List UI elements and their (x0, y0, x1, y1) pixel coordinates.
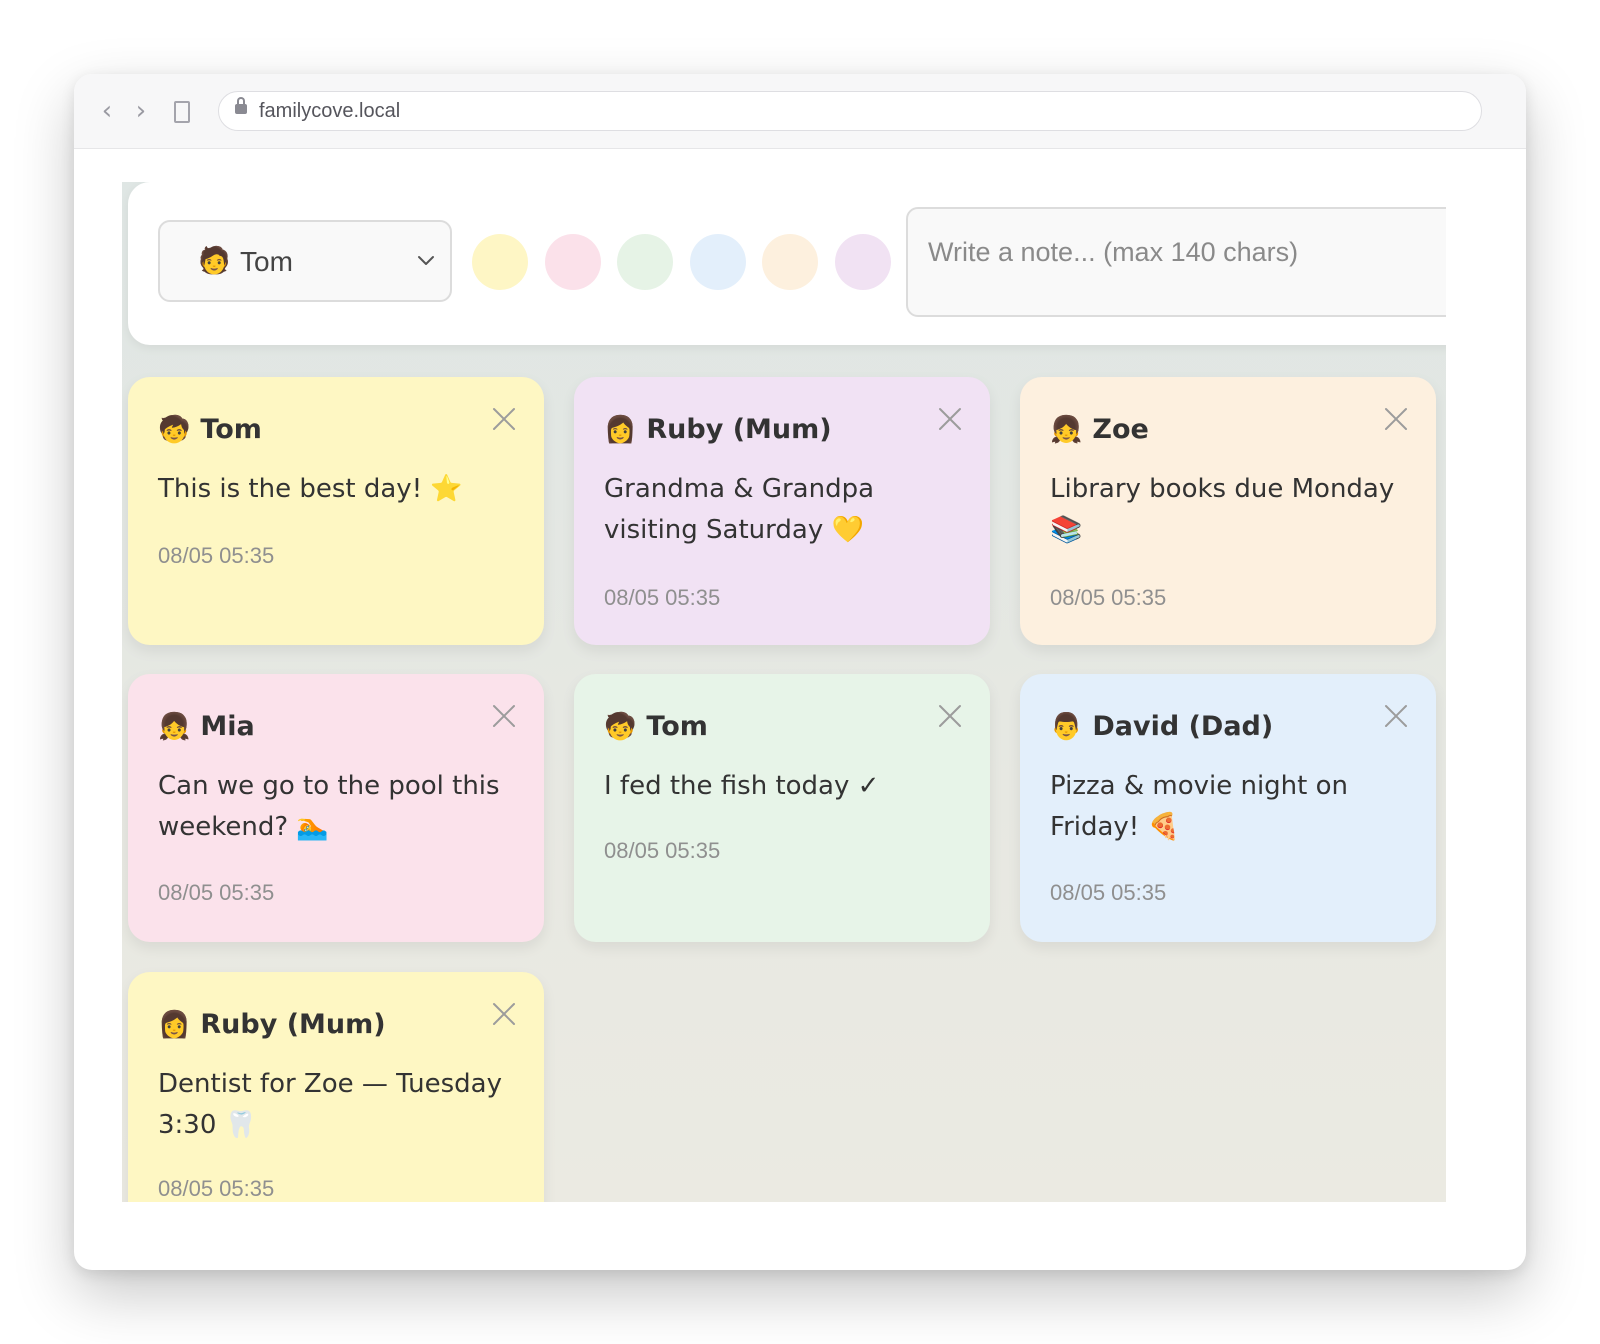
tab-overview-icon[interactable] (174, 101, 190, 123)
address-bar[interactable]: familycove.local (218, 91, 1482, 131)
chevron-down-icon (418, 256, 434, 265)
note-author: 👧 Mia (158, 711, 255, 743)
browser-window: ‹ › familycove.local 🧑 Tom 🧒 Tom This is t… (74, 74, 1526, 1270)
note-author-name: Tom (646, 711, 708, 742)
note-composer: 🧑 Tom (128, 182, 1446, 345)
author-avatar-icon: 👧 (158, 712, 191, 742)
author-avatar-icon: 👩 (604, 415, 637, 445)
note-author-name: Ruby (Mum) (200, 1009, 386, 1040)
close-icon[interactable] (938, 407, 962, 431)
author-avatar-icon: 🧒 (158, 415, 191, 445)
note-timestamp: 08/05 05:35 (158, 543, 275, 568)
color-swatch[interactable] (617, 234, 673, 290)
note-text: Dentist for Zoe — Tuesday 3:30 🦷 (158, 1069, 502, 1140)
note-card: 👨 David (Dad) Pizza & movie night on Frida… (1020, 674, 1436, 942)
note-timestamp: 08/05 05:35 (604, 585, 721, 610)
note-text: Grandma & Grandpa visiting Saturday 💛 (604, 474, 875, 545)
note-card: 👧 Mia Can we go to the pool this weekend? … (128, 674, 544, 942)
note-author: 👧 Zoe (1050, 414, 1149, 446)
back-button[interactable]: ‹ (96, 96, 118, 126)
note-timestamp: 08/05 05:35 (1050, 585, 1167, 610)
browser-toolbar: ‹ › familycove.local (74, 74, 1526, 149)
note-author-name: Mia (200, 711, 255, 742)
author-select-value: Tom (240, 246, 293, 277)
close-icon[interactable] (492, 1002, 516, 1026)
author-avatar-icon: 👧 (1050, 415, 1083, 445)
author-select[interactable]: 🧑 Tom (158, 220, 452, 302)
note-card: 🧒 Tom I fed the fish today ✓ 08/05 05:35 (574, 674, 990, 942)
note-author-name: Ruby (Mum) (646, 414, 832, 445)
note-card: 👩 Ruby (Mum) Grandma & Grandpa visiting Sa… (574, 377, 990, 645)
color-swatch[interactable] (834, 234, 891, 290)
close-icon[interactable] (492, 704, 516, 728)
note-card: 👧 Zoe Library books due Monday 📚 08/05 05:3… (1020, 377, 1436, 645)
color-swatch[interactable] (472, 234, 528, 290)
lock-icon (235, 97, 247, 114)
note-author: 🧒 Tom (604, 711, 708, 743)
note-timestamp: 08/05 05:35 (158, 880, 275, 905)
note-input[interactable] (906, 207, 1446, 317)
note-card: 👩 Ruby (Mum) Dentist for Zoe — Tuesday 3:3… (128, 972, 544, 1202)
close-icon[interactable] (1384, 704, 1408, 728)
note-text: This is the best day! ⭐ (158, 474, 463, 504)
note-text: Library books due Monday 📚 (1050, 474, 1395, 545)
note-card: 🧒 Tom This is the best day! ⭐ 08/05 05:35 (128, 377, 544, 645)
note-author: 👨 David (Dad) (1050, 711, 1273, 743)
url-text: familycove.local (259, 100, 401, 122)
note-timestamp: 08/05 05:35 (158, 1176, 275, 1201)
note-author: 🧒 Tom (158, 414, 262, 446)
close-icon[interactable] (492, 407, 516, 431)
close-icon[interactable] (938, 704, 962, 728)
note-author-name: Zoe (1092, 414, 1149, 445)
note-timestamp: 08/05 05:35 (604, 838, 721, 863)
color-swatch[interactable] (762, 234, 818, 290)
note-text: Can we go to the pool this weekend? 🏊 (158, 771, 500, 842)
author-avatar-icon: 👩 (158, 1010, 191, 1040)
note-timestamp: 08/05 05:35 (1050, 880, 1167, 905)
note-author-name: Tom (200, 414, 262, 445)
author-avatar-icon: 👨 (1050, 712, 1083, 742)
author-avatar-icon: 🧒 (604, 712, 637, 742)
note-text: Pizza & movie night on Friday! 🍕 (1050, 771, 1348, 842)
author-avatar-icon: 🧑 (198, 246, 231, 276)
forward-button[interactable]: › (130, 96, 152, 126)
page-viewport: 🧑 Tom 🧒 Tom This is the best day! ⭐ 08/05 0… (122, 182, 1446, 1202)
color-swatch[interactable] (544, 234, 601, 290)
note-author: 👩 Ruby (Mum) (158, 1009, 386, 1041)
note-text: I fed the fish today ✓ (604, 771, 880, 801)
note-author: 👩 Ruby (Mum) (604, 414, 832, 446)
color-swatch[interactable] (689, 234, 746, 290)
note-author-name: David (Dad) (1092, 711, 1274, 742)
close-icon[interactable] (1384, 407, 1408, 431)
